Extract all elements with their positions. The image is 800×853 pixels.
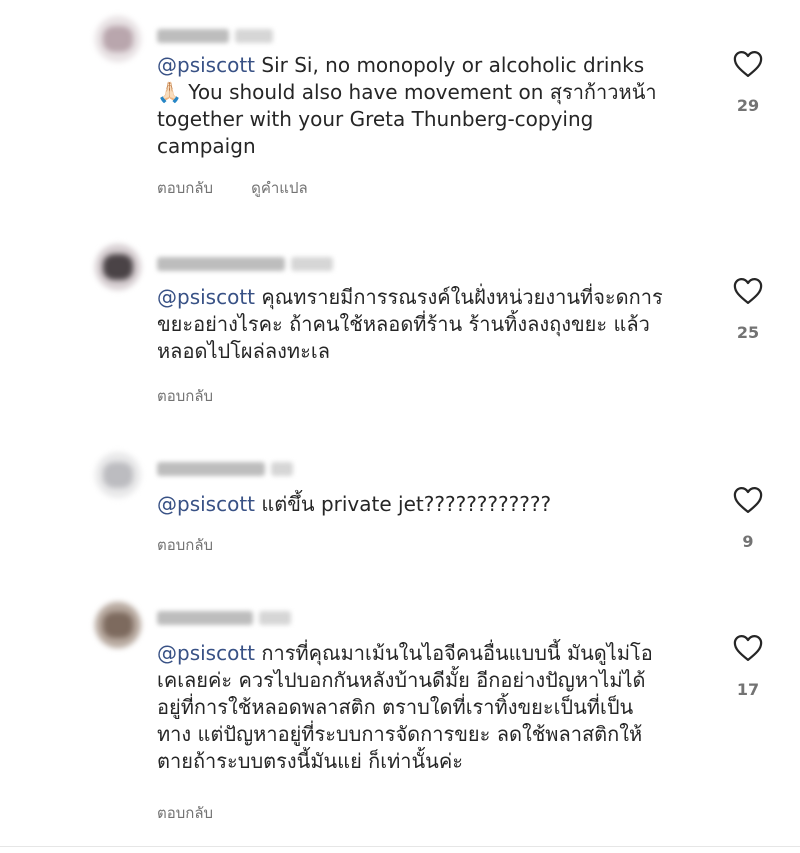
mention-link[interactable]: @psiscott [157,285,255,309]
like-count: 29 [736,96,760,115]
avatar[interactable] [95,16,141,62]
like-count: 17 [736,680,760,699]
avatar[interactable] [95,244,141,290]
username-blurred[interactable] [157,29,273,43]
heart-icon[interactable] [733,486,763,514]
heart-icon[interactable] [733,277,763,305]
like-count: 25 [736,323,760,342]
comment-text: @psiscott คุณทรายมีการรณรงค์ในฝั่งหน่วยง… [157,285,663,363]
avatar[interactable] [95,602,141,648]
comment-actions: ตอบกลับ [157,801,251,825]
divider [0,846,800,847]
reply-button[interactable]: ตอบกลับ [157,387,213,405]
see-translation-button[interactable]: ดูคำแปล [251,179,308,197]
mention-link[interactable]: @psiscott [157,492,255,516]
comment-actions: ตอบกลับ ดูคำแปล [157,176,346,200]
mention-link[interactable]: @psiscott [157,641,255,665]
username-blurred[interactable] [157,257,333,271]
heart-icon[interactable] [733,634,763,662]
reply-button[interactable]: ตอบกลับ [157,536,213,554]
comment-text: @psiscott การที่คุณมาเม้นในไอจีคนอื่นแบบ… [157,641,653,773]
comment-text: @psiscott Sir Si, no monopoly or alcohol… [157,53,657,158]
comment-actions: ตอบกลับ [157,533,251,557]
reply-button[interactable]: ตอบกลับ [157,179,213,197]
comment-actions: ตอบกลับ [157,384,251,408]
heart-icon[interactable] [733,50,763,78]
reply-button[interactable]: ตอบกลับ [157,804,213,822]
username-blurred[interactable] [157,611,291,625]
avatar[interactable] [95,452,141,498]
username-blurred[interactable] [157,462,293,476]
mention-link[interactable]: @psiscott [157,53,255,77]
like-count: 9 [742,532,754,551]
comment-text: @psiscott แต่ขึ้น private jet???????????… [157,492,552,516]
